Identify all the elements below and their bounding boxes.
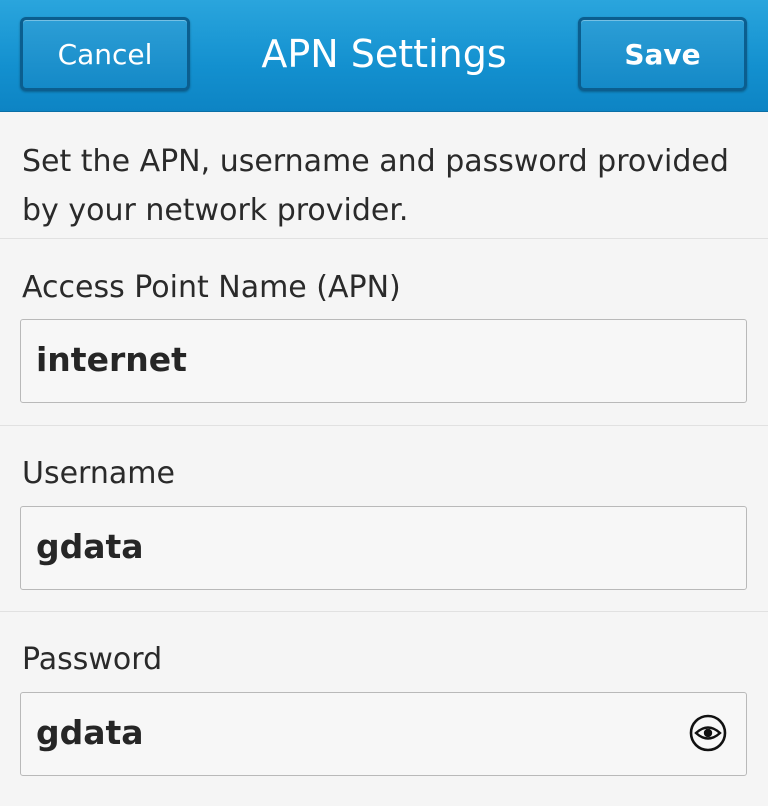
username-label: Username xyxy=(22,456,175,491)
password-value: gdata xyxy=(36,713,144,752)
instructions-text: Set the APN, username and password provi… xyxy=(22,144,729,228)
eye-icon[interactable] xyxy=(688,713,728,753)
divider xyxy=(0,238,768,239)
apn-label: Access Point Name (APN) xyxy=(22,270,401,305)
save-button[interactable]: Save xyxy=(578,17,747,91)
password-label: Password xyxy=(22,642,163,677)
apn-field[interactable]: internet xyxy=(20,319,747,403)
divider xyxy=(0,425,768,426)
password-field[interactable]: gdata xyxy=(20,692,747,776)
apn-value: internet xyxy=(36,340,187,379)
page-title: APN Settings xyxy=(261,32,507,76)
username-field[interactable]: gdata xyxy=(20,506,747,590)
username-value: gdata xyxy=(36,527,144,566)
cancel-button[interactable]: Cancel xyxy=(20,17,190,91)
title-bar: Cancel APN Settings Save xyxy=(0,0,768,112)
settings-form: Set the APN, username and password provi… xyxy=(0,112,768,806)
divider xyxy=(0,611,768,612)
